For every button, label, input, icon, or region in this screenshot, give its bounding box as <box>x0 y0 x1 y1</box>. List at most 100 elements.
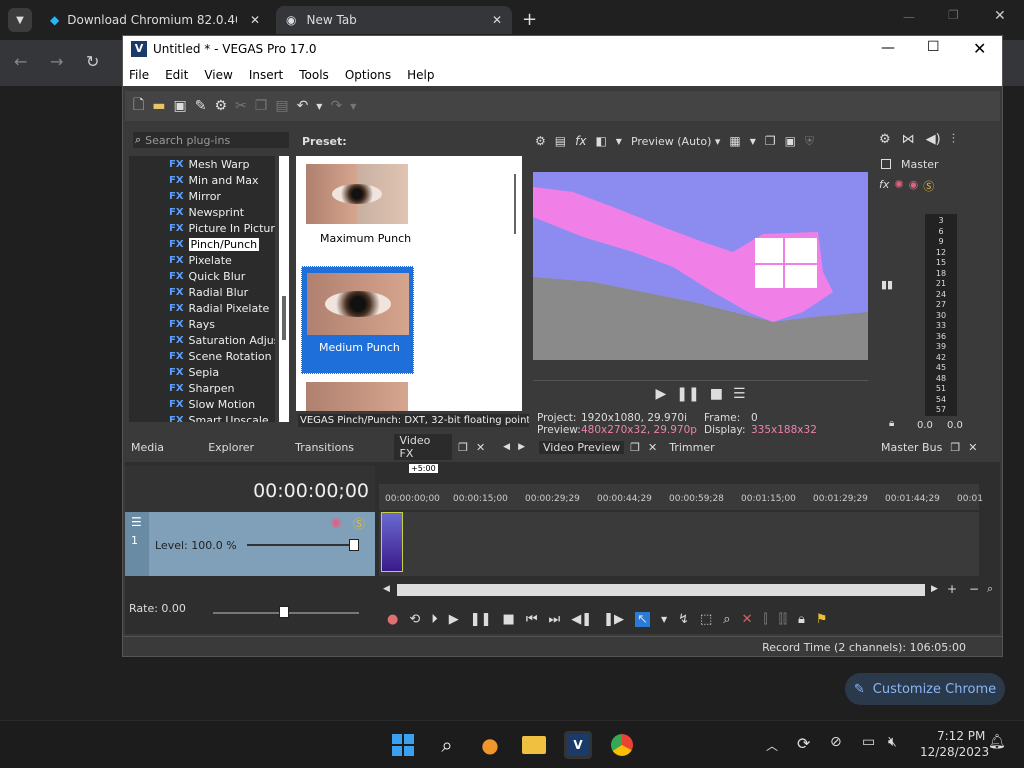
stop-icon[interactable]: ■ <box>503 612 515 627</box>
menu-tools[interactable]: Tools <box>299 68 329 82</box>
clock-date[interactable]: 12/28/2023 <box>920 745 989 759</box>
cut-icon[interactable]: ✂ <box>235 98 247 114</box>
solo-icon[interactable]: Ⓢ <box>353 515 365 532</box>
grid-icon[interactable]: ▦ <box>729 134 740 148</box>
new-file-icon[interactable]: 🗋 <box>133 94 144 118</box>
undo-icon[interactable]: ↶ <box>297 98 309 114</box>
menu-edit[interactable]: Edit <box>165 68 188 82</box>
plugin-item[interactable]: FX Rays <box>169 316 275 332</box>
sync-icon[interactable]: ⟳ <box>797 734 810 753</box>
zoom-out-icon[interactable]: − <box>969 582 979 596</box>
menu-icon[interactable]: ☰ <box>733 386 746 402</box>
plugin-item-selected[interactable]: FX Pinch/Punch <box>169 236 275 252</box>
play-from-start-icon[interactable]: ⏵ <box>431 612 438 627</box>
chevron-up-icon[interactable]: ︿ <box>766 737 778 754</box>
restore-icon[interactable]: ❐ <box>458 441 468 454</box>
notification-bell-icon[interactable]: 🔔︎ <box>988 734 1006 750</box>
rate-slider[interactable] <box>213 606 359 618</box>
zoom-icon[interactable]: ⌕ <box>987 582 993 596</box>
chevron-left-icon[interactable]: ◀ <box>503 442 510 452</box>
save-as-icon[interactable]: ✎ <box>195 98 207 114</box>
preview-mode[interactable]: Preview (Auto) ▾ <box>631 135 720 148</box>
plugin-item[interactable]: FX Picture In Picture <box>169 220 275 236</box>
mixer-icon[interactable]: ⫶ <box>952 132 955 147</box>
settings-icon[interactable]: ⚙ <box>879 132 891 147</box>
prev-frame-icon[interactable]: ◀❚ <box>571 612 592 627</box>
automation-icon[interactable]: ✺ <box>894 178 903 194</box>
mute-icon[interactable]: ◉ <box>331 515 341 529</box>
envelope-tool-icon[interactable]: ↯ <box>678 612 689 627</box>
pause-icon[interactable]: ❚❚ <box>676 386 699 402</box>
plugin-item[interactable]: FX Scene Rotation <box>169 348 275 364</box>
plugin-item[interactable]: FX Saturation Adjust <box>169 332 275 348</box>
new-tab-button[interactable]: + <box>522 9 537 30</box>
fx-icon[interactable]: fx <box>879 178 889 194</box>
tab-search-button[interactable]: ▼ <box>8 8 32 32</box>
menu-insert[interactable]: Insert <box>249 68 283 82</box>
mute-icon[interactable]: ◉ <box>909 178 919 194</box>
chevron-down-icon[interactable]: ▼ <box>661 615 667 624</box>
close-icon[interactable]: ✕ <box>476 441 485 454</box>
save-snapshot-icon[interactable]: ▣ <box>785 134 796 148</box>
restore-icon[interactable]: ❐ <box>948 8 959 22</box>
zoom-in-icon[interactable]: + <box>947 582 957 596</box>
tab-master-bus[interactable]: Master Bus <box>881 441 942 454</box>
menu-options[interactable]: Options <box>345 68 391 82</box>
chevron-down-icon[interactable]: ▼ <box>616 137 622 146</box>
vegas-taskbar-button[interactable]: V <box>564 731 592 759</box>
tab-media[interactable]: Media <box>131 441 208 454</box>
chevron-down-icon[interactable]: ▼ <box>750 137 756 146</box>
plugin-item[interactable]: FX Sharpen <box>169 380 275 396</box>
normal-edit-tool-icon[interactable]: ↖ <box>635 611 650 627</box>
chevron-down-icon[interactable]: ▼ <box>316 102 322 111</box>
solo-icon[interactable]: Ⓢ <box>923 178 934 194</box>
chevron-right-icon[interactable]: ▶ <box>931 584 938 594</box>
delete-icon[interactable]: ✕ <box>742 612 753 627</box>
scroll-thumb[interactable] <box>282 296 286 340</box>
loop-icon[interactable]: ⟲ <box>409 612 420 627</box>
split-screen-icon[interactable]: ◧ <box>595 134 606 148</box>
stop-icon[interactable]: ■ <box>710 386 723 402</box>
split-icon[interactable]: ⫿⫿ <box>779 612 787 627</box>
menu-help[interactable]: Help <box>407 68 434 82</box>
tab-transitions[interactable]: Transitions <box>295 441 393 454</box>
copy-icon[interactable]: ❐ <box>255 98 268 114</box>
plugin-item[interactable]: FX Newsprint <box>169 204 275 220</box>
customize-chrome-button[interactable]: ✎ Customize Chrome <box>845 673 1005 705</box>
go-to-end-icon[interactable]: ⏭ <box>549 612 561 627</box>
save-icon[interactable]: ▣ <box>174 98 187 114</box>
reload-icon[interactable]: ↻ <box>86 52 99 71</box>
pause-icon[interactable]: ❚❚ <box>470 612 492 627</box>
fader-handle[interactable]: ▮▮ <box>881 278 893 291</box>
close-icon[interactable]: ✕ <box>250 13 260 27</box>
preset-scrollbar[interactable] <box>508 156 522 411</box>
minimize-icon[interactable]: — <box>881 40 895 56</box>
master-checkbox[interactable] <box>881 159 891 169</box>
plugin-item[interactable]: FX Mirror <box>169 188 275 204</box>
clock-time[interactable]: 7:12 PM <box>937 729 985 743</box>
restore-icon[interactable]: ❐ <box>630 441 640 454</box>
tab-trimmer[interactable]: Trimmer <box>669 441 714 454</box>
next-frame-icon[interactable]: ❚▶ <box>603 612 624 627</box>
chrome-taskbar-button[interactable] <box>608 731 636 759</box>
plugin-item[interactable]: FX Sepia <box>169 364 275 380</box>
chevron-right-icon[interactable]: ▶ <box>518 442 525 452</box>
close-icon[interactable]: ✕ <box>994 8 1006 24</box>
speaker-icon[interactable]: ◀) <box>926 132 941 147</box>
plugin-item[interactable]: FX Quick Blur <box>169 268 275 284</box>
settings-icon[interactable]: ⚙ <box>214 98 227 114</box>
selection-tool-icon[interactable]: ⬚ <box>700 612 712 627</box>
maximize-icon[interactable]: ☐ <box>927 39 940 55</box>
plugin-item[interactable]: FX Radial Blur <box>169 284 275 300</box>
play-icon[interactable]: ▶ <box>655 386 666 402</box>
file-explorer-button[interactable] <box>520 731 548 759</box>
slider-handle[interactable] <box>349 539 359 551</box>
menu-file[interactable]: File <box>129 68 149 82</box>
preset-item-selected[interactable]: Medium Punch <box>301 266 414 374</box>
redo-icon[interactable]: ↷ <box>330 98 342 114</box>
paste-icon[interactable]: ▤ <box>275 98 288 114</box>
preset-thumbnail[interactable] <box>306 164 408 224</box>
open-folder-icon[interactable]: ▬ <box>152 98 165 114</box>
volume-muted-icon[interactable]: 🔇︎ <box>888 734 897 750</box>
restore-icon[interactable]: ❐ <box>950 441 960 454</box>
